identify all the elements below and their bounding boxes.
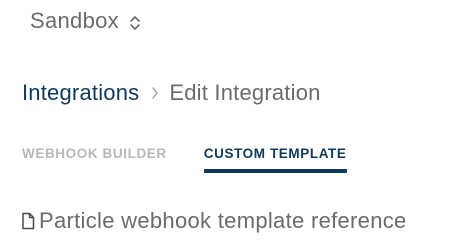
breadcrumb-integrations-link[interactable]: Integrations — [22, 80, 139, 106]
breadcrumb-current: Edit Integration — [169, 80, 321, 105]
chevron-up-down-icon — [129, 14, 141, 32]
chevron-right-icon — [151, 86, 159, 100]
org-switcher[interactable]: Sandbox — [30, 8, 141, 34]
page: Sandbox Integrations Edit Integration WE… — [0, 0, 474, 242]
tab-bar: WEBHOOK BUILDER CUSTOM TEMPLATE — [22, 146, 347, 173]
document-icon — [21, 212, 35, 230]
tab-custom-template[interactable]: CUSTOM TEMPLATE — [203, 146, 347, 173]
template-reference-label: Particle webhook template reference — [39, 208, 407, 233]
org-name: Sandbox — [30, 8, 119, 33]
breadcrumb: Integrations Edit Integration — [22, 80, 321, 106]
template-reference-link[interactable]: Particle webhook template reference — [21, 208, 407, 234]
tab-webhook-builder[interactable]: WEBHOOK BUILDER — [22, 146, 167, 173]
